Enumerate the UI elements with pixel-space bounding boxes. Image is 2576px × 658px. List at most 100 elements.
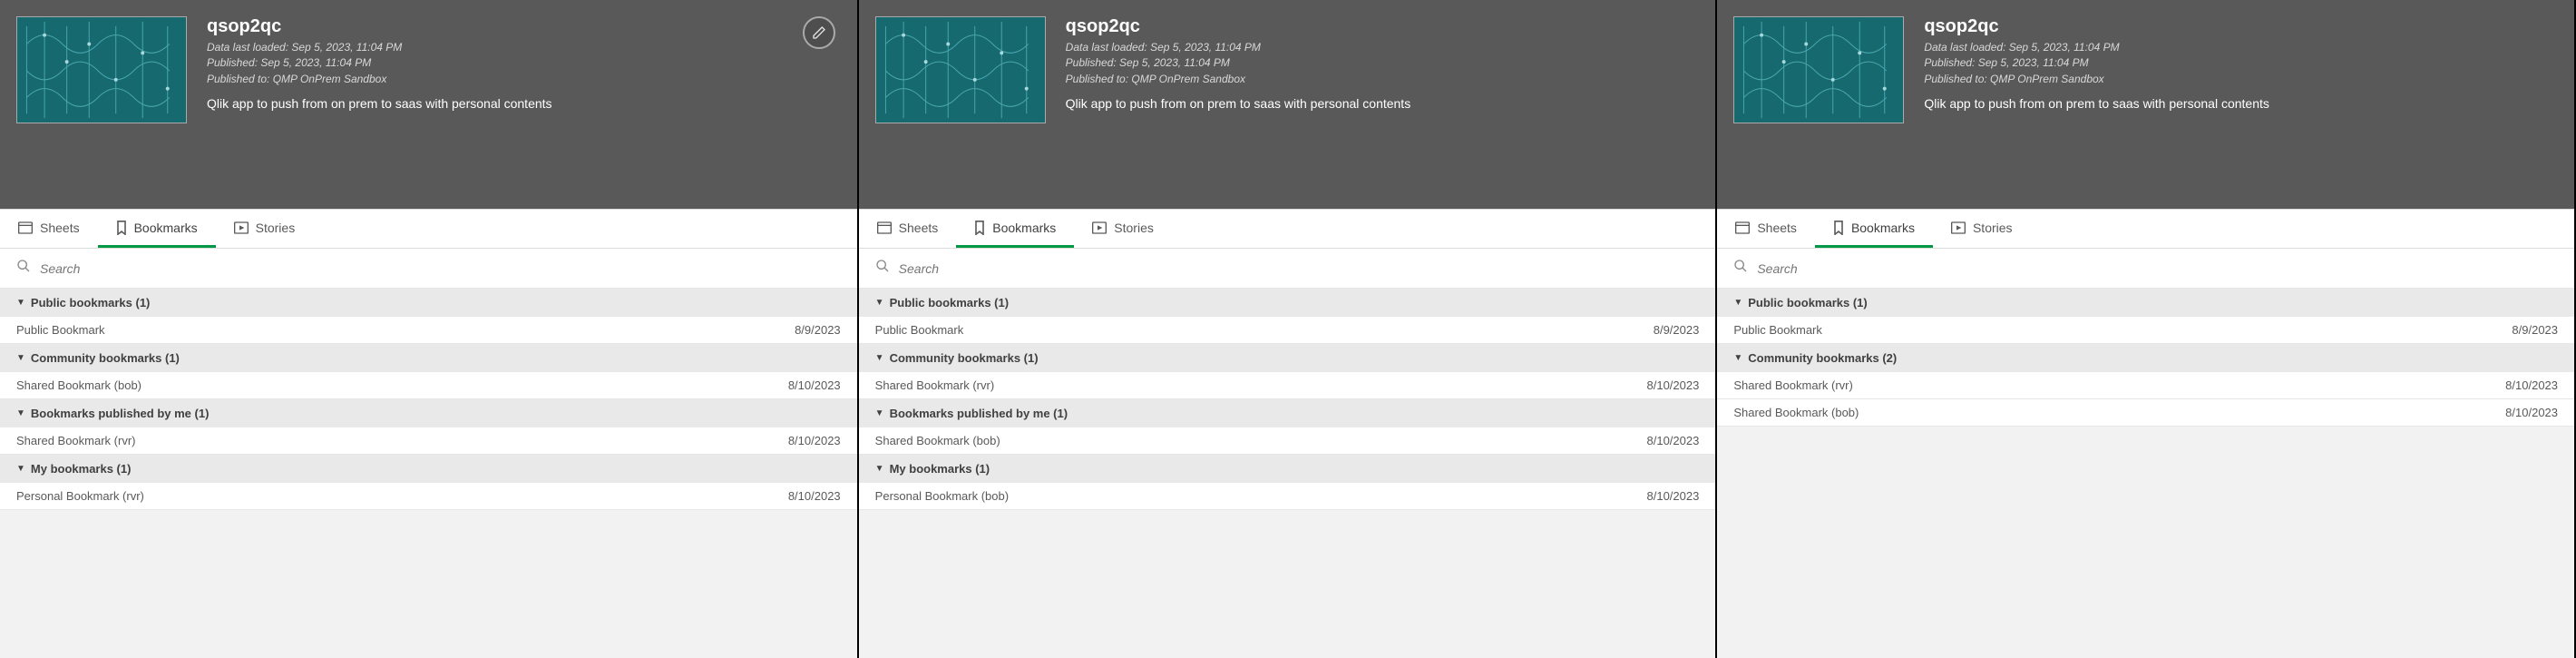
tab-sheets[interactable]: Sheets <box>859 210 957 248</box>
caret-down-icon: ▼ <box>875 353 884 363</box>
pane-2: qsop2qc Data last loaded: Sep 5, 2023, 1… <box>1717 0 2576 658</box>
group-community-label: Community bookmarks (2) <box>1748 351 1897 365</box>
tab-sheets-label: Sheets <box>899 221 939 235</box>
search-input[interactable] <box>1757 261 2558 276</box>
app-pubto: Published to: QMP OnPrem Sandbox <box>1066 72 1411 87</box>
app-meta: qsop2qc Data last loaded: Sep 5, 2023, 1… <box>1904 16 2269 172</box>
group-my-bookmarks-header[interactable]: ▼ My bookmarks (1) <box>859 455 1716 483</box>
bookmark-row[interactable]: Shared Bookmark (rvr) 8/10/2023 <box>0 427 857 455</box>
bookmark-date: 8/10/2023 <box>788 434 841 447</box>
bookmark-date: 8/10/2023 <box>788 378 841 392</box>
bookmark-row[interactable]: Shared Bookmark (bob) 8/10/2023 <box>0 372 857 399</box>
app-published: Published: Sep 5, 2023, 11:04 PM <box>1066 55 1411 71</box>
view-tabs: Sheets Bookmarks Stories <box>859 209 1716 249</box>
group-community-header[interactable]: ▼ Community bookmarks (2) <box>1717 344 2574 372</box>
search-icon <box>1733 259 1748 278</box>
group-public-header[interactable]: ▼ Public bookmarks (1) <box>859 289 1716 317</box>
bookmark-date: 8/10/2023 <box>2505 406 2558 419</box>
tab-sheets-label: Sheets <box>40 221 80 235</box>
caret-down-icon: ▼ <box>16 353 25 363</box>
bookmark-date: 8/9/2023 <box>1654 323 1700 337</box>
bookmark-row[interactable]: Public Bookmark 8/9/2023 <box>859 317 1716 344</box>
search-icon <box>875 259 890 278</box>
app-header: qsop2qc Data last loaded: Sep 5, 2023, 1… <box>1717 0 2574 209</box>
tab-bookmarks-label: Bookmarks <box>992 221 1056 235</box>
group-published-by-me-label: Bookmarks published by me (1) <box>890 407 1068 420</box>
group-public-label: Public bookmarks (1) <box>31 296 150 309</box>
app-description: Qlik app to push from on prem to saas wi… <box>207 96 552 111</box>
bookmark-date: 8/10/2023 <box>2505 378 2558 392</box>
app-title: qsop2qc <box>207 16 552 37</box>
tab-stories[interactable]: Stories <box>1074 210 1172 248</box>
bookmark-row[interactable]: Personal Bookmark (bob) 8/10/2023 <box>859 483 1716 510</box>
search-bar <box>859 249 1716 289</box>
group-community-label: Community bookmarks (1) <box>31 351 180 365</box>
app-header: qsop2qc Data last loaded: Sep 5, 2023, 1… <box>0 0 857 209</box>
group-public-label: Public bookmarks (1) <box>1748 296 1867 309</box>
group-my-bookmarks-header[interactable]: ▼ My bookmarks (1) <box>0 455 857 483</box>
tab-stories-label: Stories <box>1114 221 1154 235</box>
app-published: Published: Sep 5, 2023, 11:04 PM <box>207 55 552 71</box>
tab-sheets[interactable]: Sheets <box>0 210 98 248</box>
app-pubto: Published to: QMP OnPrem Sandbox <box>207 72 552 87</box>
search-icon <box>16 259 31 278</box>
pencil-icon <box>812 25 826 40</box>
sheets-icon <box>877 221 892 234</box>
bookmark-date: 8/10/2023 <box>1647 434 1700 447</box>
app-description: Qlik app to push from on prem to saas wi… <box>1924 96 2269 111</box>
bookmark-row[interactable]: Shared Bookmark (bob) 8/10/2023 <box>859 427 1716 455</box>
caret-down-icon: ▼ <box>16 408 25 418</box>
edit-button[interactable] <box>803 16 835 49</box>
bookmark-date: 8/9/2023 <box>2512 323 2558 337</box>
bookmark-row[interactable]: Shared Bookmark (rvr) 8/10/2023 <box>1717 372 2574 399</box>
bookmark-name: Public Bookmark <box>16 323 105 337</box>
search-input[interactable] <box>40 261 841 276</box>
group-community-header[interactable]: ▼ Community bookmarks (1) <box>0 344 857 372</box>
app-description: Qlik app to push from on prem to saas wi… <box>1066 96 1411 111</box>
bookmark-row[interactable]: Shared Bookmark (rvr) 8/10/2023 <box>859 372 1716 399</box>
tab-sheets[interactable]: Sheets <box>1717 210 1815 248</box>
search-input[interactable] <box>899 261 1700 276</box>
bookmark-date: 8/10/2023 <box>788 489 841 503</box>
caret-down-icon: ▼ <box>1733 353 1742 363</box>
bookmark-name: Personal Bookmark (bob) <box>875 489 1009 503</box>
sheets-icon <box>1735 221 1750 234</box>
bookmark-name: Shared Bookmark (bob) <box>875 434 1000 447</box>
app-thumbnail <box>875 16 1046 123</box>
bookmark-date: 8/10/2023 <box>1647 489 1700 503</box>
bookmark-icon <box>974 221 985 235</box>
app-loaded: Data last loaded: Sep 5, 2023, 11:04 PM <box>1066 40 1411 55</box>
stories-icon <box>1951 221 1966 234</box>
group-published-by-me-label: Bookmarks published by me (1) <box>31 407 210 420</box>
bookmark-row[interactable]: Public Bookmark 8/9/2023 <box>1717 317 2574 344</box>
tab-stories[interactable]: Stories <box>1933 210 2031 248</box>
group-public-header[interactable]: ▼ Public bookmarks (1) <box>0 289 857 317</box>
bookmark-row[interactable]: Personal Bookmark (rvr) 8/10/2023 <box>0 483 857 510</box>
group-community-header[interactable]: ▼ Community bookmarks (1) <box>859 344 1716 372</box>
tab-bookmarks[interactable]: Bookmarks <box>1815 210 1933 248</box>
group-public-header[interactable]: ▼ Public bookmarks (1) <box>1717 289 2574 317</box>
group-my-bookmarks-label: My bookmarks (1) <box>31 462 132 476</box>
app-header: qsop2qc Data last loaded: Sep 5, 2023, 1… <box>859 0 1716 209</box>
bookmark-name: Shared Bookmark (rvr) <box>1733 378 1852 392</box>
search-bar <box>1717 249 2574 289</box>
caret-down-icon: ▼ <box>875 298 884 308</box>
bookmark-row[interactable]: Public Bookmark 8/9/2023 <box>0 317 857 344</box>
bookmark-name: Public Bookmark <box>875 323 964 337</box>
search-bar <box>0 249 857 289</box>
tab-stories[interactable]: Stories <box>216 210 314 248</box>
bookmark-row[interactable]: Shared Bookmark (bob) 8/10/2023 <box>1717 399 2574 427</box>
tab-bookmarks-label: Bookmarks <box>134 221 198 235</box>
group-published-by-me-header[interactable]: ▼ Bookmarks published by me (1) <box>859 399 1716 427</box>
tab-bookmarks[interactable]: Bookmarks <box>956 210 1074 248</box>
stories-icon <box>1092 221 1107 234</box>
tab-bookmarks[interactable]: Bookmarks <box>98 210 216 248</box>
pane-0: qsop2qc Data last loaded: Sep 5, 2023, 1… <box>0 0 859 658</box>
bookmark-name: Personal Bookmark (rvr) <box>16 489 144 503</box>
app-title: qsop2qc <box>1924 16 2269 37</box>
group-published-by-me-header[interactable]: ▼ Bookmarks published by me (1) <box>0 399 857 427</box>
bookmark-name: Shared Bookmark (bob) <box>1733 406 1859 419</box>
caret-down-icon: ▼ <box>16 464 25 474</box>
bookmark-name: Shared Bookmark (rvr) <box>875 378 994 392</box>
tab-bookmarks-label: Bookmarks <box>1851 221 1915 235</box>
